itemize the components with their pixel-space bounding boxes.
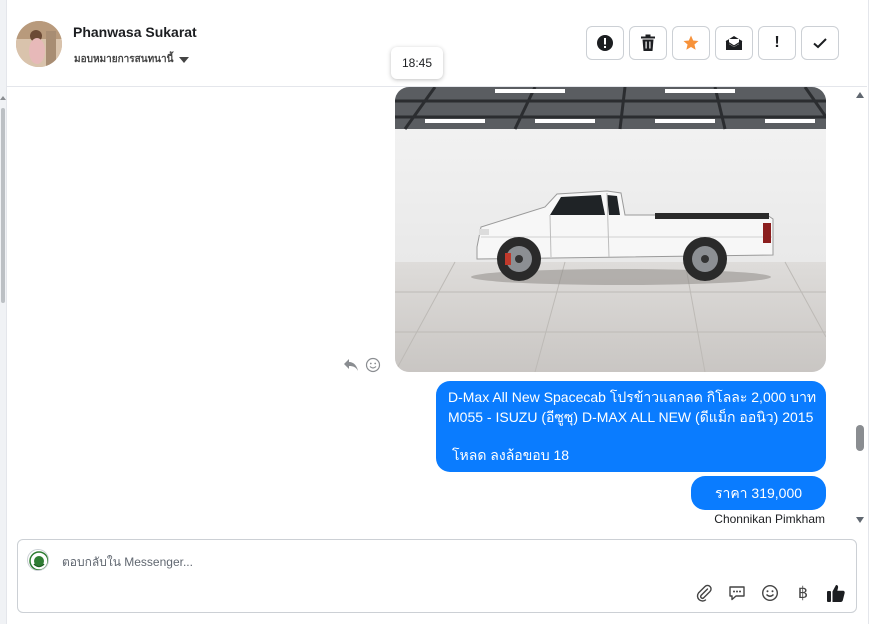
scroll-up-arrow[interactable] (856, 92, 864, 98)
message-actions (343, 357, 381, 373)
scrollbar-thumb[interactable] (856, 425, 864, 451)
message-line: โหลด ลงล้อขอบ 18 (452, 447, 570, 463)
emoji-button[interactable] (760, 583, 780, 603)
message-line: D-Max All New Spacecab โปรข้าวแลกลด กิโล… (448, 389, 817, 405)
scroll-down-arrow[interactable] (856, 517, 864, 523)
delete-button[interactable] (629, 26, 667, 60)
attach-button[interactable] (694, 583, 714, 603)
payment-button[interactable]: ฿ (793, 583, 813, 603)
chat-bubble-icon (729, 586, 745, 601)
right-edge (868, 0, 878, 624)
message-line: M055 - ISUZU (อีซูซุ) D-MAX ALL NEW (ดีแ… (448, 409, 814, 425)
message-thread[interactable]: D-Max All New Spacecab โปรข้าวแลกลด กิโล… (7, 87, 852, 529)
message-bubble[interactable]: D-Max All New Spacecab โปรข้าวแลกลด กิโล… (436, 381, 826, 472)
user-name[interactable]: Phanwasa Sukarat (73, 24, 197, 40)
star-button[interactable] (672, 26, 710, 60)
reply-input[interactable] (62, 555, 762, 569)
thread-scrollbar[interactable] (852, 87, 867, 529)
conversation-toolbar: ! (586, 26, 839, 60)
scroll-up-arrow[interactable] (0, 96, 6, 100)
assign-label: มอบหมายการสนทนานี้ (74, 54, 174, 65)
like-button[interactable] (826, 583, 846, 603)
avatar[interactable] (16, 21, 62, 67)
page-logo-icon (29, 551, 48, 570)
thumbs-up-icon (827, 585, 845, 602)
reply-icon[interactable] (343, 358, 359, 372)
assign-conversation-dropdown[interactable]: มอบหมายการสนทนานี้ (74, 52, 190, 67)
reply-composer: ฿ (17, 539, 857, 613)
left-scrollbar[interactable] (0, 0, 7, 624)
paperclip-icon (696, 584, 712, 602)
star-icon (683, 35, 699, 50)
price-message-bubble[interactable]: ราคา 319,000 บาท (691, 476, 826, 521)
car-photo-attachment[interactable] (395, 87, 826, 372)
timestamp-tooltip: 18:45 (391, 47, 443, 79)
sender-label: Chonnikan Pimkham (714, 512, 825, 526)
car-photo-image (395, 87, 826, 372)
conversation-header: Phanwasa Sukarat มอบหมายการสนทนานี้ 18:4… (7, 0, 867, 87)
inbox-conversation-window: Phanwasa Sukarat มอบหมายการสนทนานี้ 18:4… (0, 0, 878, 624)
exclamation-icon: ! (774, 34, 780, 51)
exclamation-circle-icon (597, 35, 613, 51)
caret-down-icon (179, 56, 190, 63)
done-button[interactable] (801, 26, 839, 60)
avatar-image (16, 21, 62, 67)
baht-icon: ฿ (797, 585, 809, 602)
saved-replies-button[interactable] (727, 583, 747, 603)
trash-icon (641, 34, 655, 51)
composer-toolbar: ฿ (694, 583, 846, 603)
follow-up-button[interactable]: ! (758, 26, 796, 60)
spam-button[interactable] (586, 26, 624, 60)
scrollbar-thumb[interactable] (1, 108, 5, 303)
mark-unread-button[interactable] (715, 26, 753, 60)
smiley-icon (761, 584, 779, 602)
page-avatar (27, 549, 49, 571)
emoji-reaction-icon[interactable] (365, 357, 381, 373)
check-icon (813, 38, 827, 49)
envelope-open-icon (725, 36, 743, 50)
